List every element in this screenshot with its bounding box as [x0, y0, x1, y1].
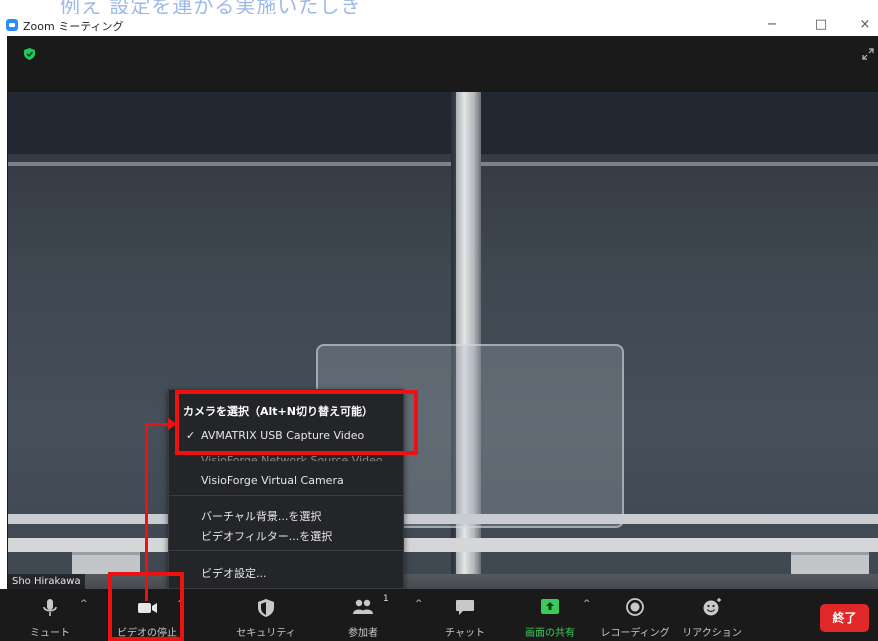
minimize-button[interactable]: − — [762, 16, 782, 34]
chalk-tray — [8, 538, 878, 552]
window-title: Zoom ミーティング — [23, 20, 124, 33]
menu-header: カメラを選択（Alt+N切り替え可能） — [183, 405, 373, 418]
ceiling-band — [8, 92, 878, 154]
microphone-icon — [43, 599, 57, 616]
security-button[interactable]: セキュリティ — [236, 589, 296, 641]
reactions-label: リアクション — [682, 628, 742, 639]
menu-item-virtual-background[interactable]: バーチャル背景...を選択 — [201, 508, 321, 524]
share-screen-button[interactable]: 画面の共有 — [520, 589, 580, 641]
menu-divider — [169, 550, 403, 551]
chat-label: チャット — [445, 628, 485, 639]
eraser-right — [791, 552, 869, 574]
menu-item-visioforge-virtual[interactable]: VisioForge Virtual Camera — [201, 474, 344, 487]
record-label: レコーディング — [600, 628, 670, 639]
title-bar: Zoom ミーティング − □ × — [0, 14, 878, 36]
camera-select-menu: カメラを選択（Alt+N切り替え可能） ✓ AVMATRIX USB Captu… — [168, 389, 404, 589]
chat-bubble-icon — [456, 600, 474, 615]
shield-icon — [258, 599, 274, 617]
meeting-area: Sho Hirakawa — [7, 36, 878, 641]
reaction-smiley-icon — [703, 598, 721, 616]
participants-options-caret[interactable]: ^ — [415, 599, 423, 609]
participants-button[interactable]: 参加者 — [338, 589, 388, 641]
record-icon — [626, 598, 644, 616]
close-button[interactable]: × — [855, 16, 875, 34]
menu-item-visioforge-network[interactable]: VisioForge Network Source Video — [201, 454, 383, 461]
audio-options-caret[interactable]: ^ — [80, 599, 88, 609]
share-screen-icon — [541, 599, 559, 614]
annotation-connector-vertical — [145, 423, 148, 601]
video-options-caret[interactable]: ^ — [177, 599, 185, 609]
menu-item-video-filter[interactable]: ビデオフィルター...を選択 — [201, 528, 332, 544]
record-button[interactable]: レコーディング — [600, 589, 670, 641]
chat-button[interactable]: チャット — [440, 589, 490, 641]
participants-label: 参加者 — [348, 628, 378, 639]
eraser-left — [72, 552, 140, 574]
security-shield-icon[interactable] — [24, 48, 35, 60]
menu-item-video-settings[interactable]: ビデオ設定... — [201, 565, 267, 581]
maximize-button[interactable]: □ — [811, 16, 831, 34]
share-screen-label: 画面の共有 — [525, 628, 575, 639]
video-feed — [8, 92, 878, 603]
checkmark-icon: ✓ — [186, 429, 196, 442]
chalk-rail — [8, 514, 878, 524]
annotation-arrow-icon — [168, 418, 177, 430]
participants-count: 1 — [383, 594, 389, 604]
menu-divider — [169, 495, 403, 496]
share-options-caret[interactable]: ^ — [583, 599, 591, 609]
screenshot: 例え 設定を連かる実施いたしき Zoom ミーティング − □ × Sho Hi… — [0, 0, 878, 641]
stop-video-label: ビデオの停止 — [117, 628, 177, 639]
participant-name-tag: Sho Hirakawa — [8, 574, 85, 589]
zoom-logo-icon — [6, 19, 18, 31]
end-meeting-button[interactable]: 終了 — [820, 604, 869, 632]
mute-button[interactable]: ミュート — [25, 589, 75, 641]
meeting-toolbar: ミュート ^ ビデオの停止 ^ セキュリティ 参加者 1 ^ チャット 画面の共… — [0, 589, 878, 641]
participants-icon — [353, 599, 373, 614]
menu-item-avmatrix[interactable]: AVMATRIX USB Capture Video — [201, 429, 364, 442]
security-label: セキュリティ — [236, 628, 296, 639]
fullscreen-icon[interactable] — [862, 48, 874, 60]
mute-label: ミュート — [30, 628, 70, 639]
reactions-button[interactable]: リアクション — [682, 589, 742, 641]
blackboard-frame — [8, 162, 878, 166]
